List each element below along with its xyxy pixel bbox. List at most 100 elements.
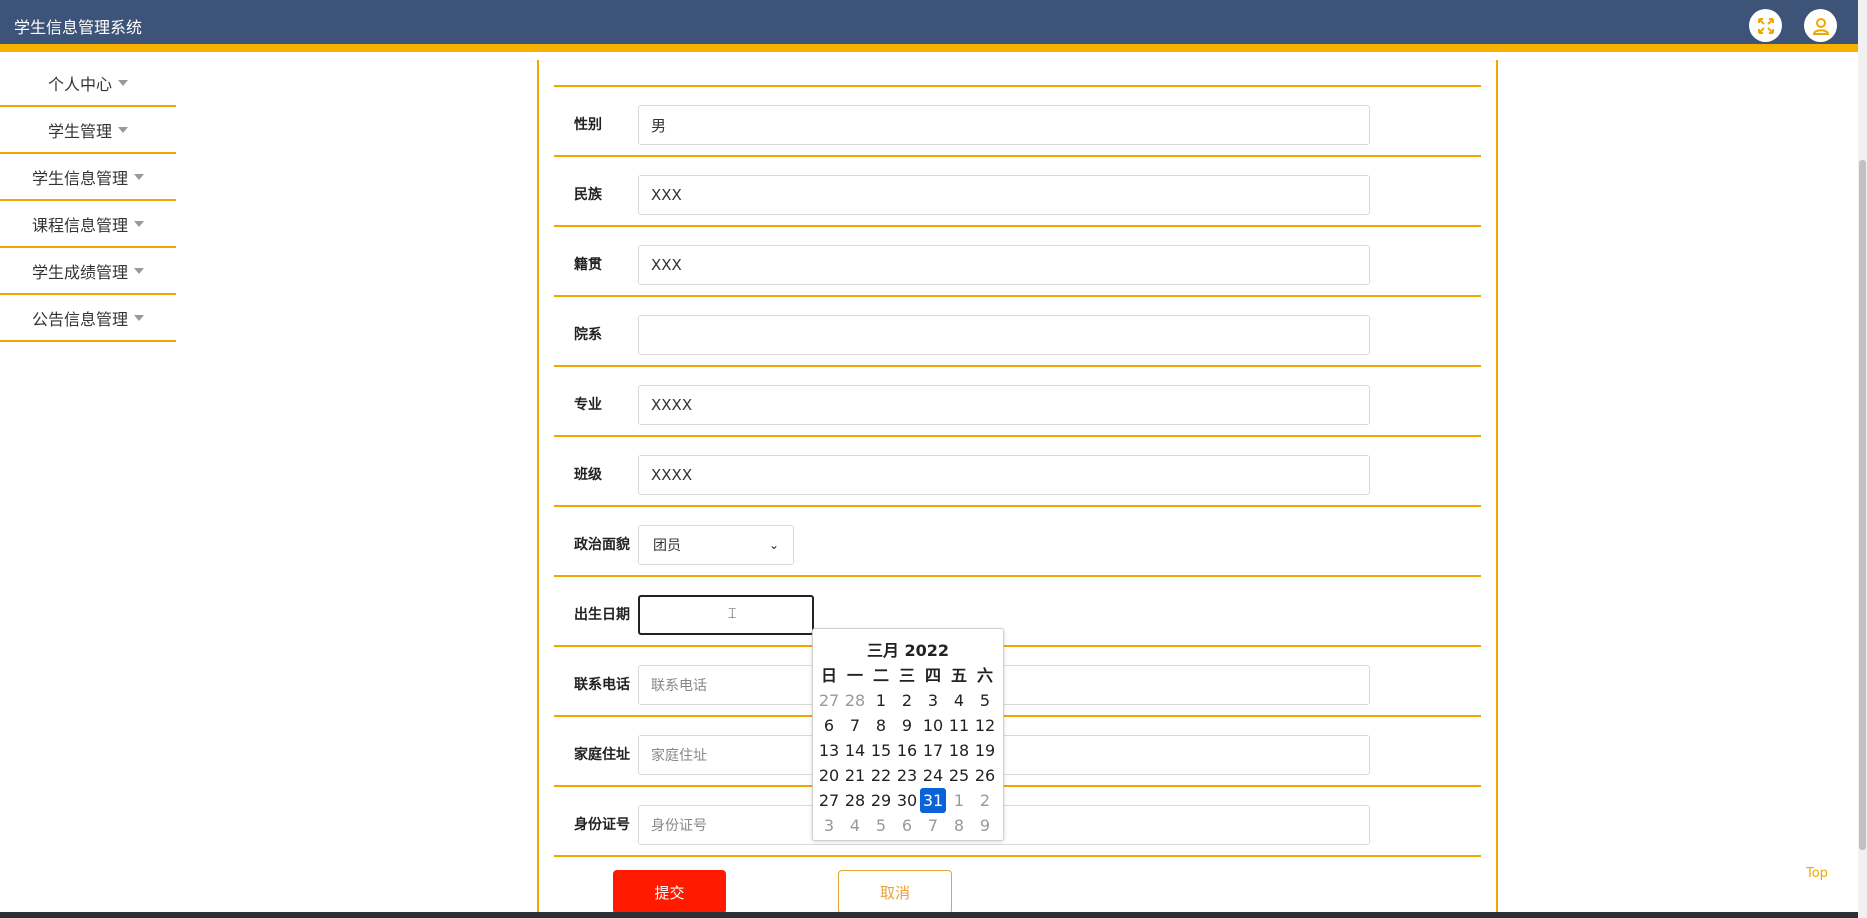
calendar-day[interactable]: 4	[946, 688, 972, 713]
sidebar-item-student-management[interactable]: 学生管理	[0, 107, 176, 154]
calendar-day[interactable]: 16	[894, 738, 920, 763]
calendar-day[interactable]: 24	[920, 763, 946, 788]
caret-down-icon	[134, 314, 144, 321]
calendar-day[interactable]: 21	[842, 763, 868, 788]
ethnicity-label: 民族	[574, 187, 602, 203]
class-input[interactable]: XXXX	[638, 455, 1370, 495]
calendar-day[interactable]: 28	[842, 788, 868, 813]
gender-input[interactable]: 男	[638, 105, 1370, 145]
weekday-header: 二	[872, 666, 889, 685]
fullscreen-icon[interactable]	[1749, 9, 1782, 42]
id-number-label: 身份证号	[574, 817, 630, 833]
form-row-ethnicity: 民族 XXX	[554, 157, 1481, 227]
calendar-day[interactable]: 25	[946, 763, 972, 788]
calendar-day[interactable]: 27	[816, 788, 842, 813]
calendar-day[interactable]: 30	[894, 788, 920, 813]
user-icon[interactable]	[1804, 9, 1837, 42]
calendar-day[interactable]: 1	[868, 688, 894, 713]
ethnicity-input[interactable]: XXX	[638, 175, 1370, 215]
gender-label: 性别	[574, 117, 602, 133]
calendar-day[interactable]: 5	[868, 813, 894, 838]
date-picker-title: 三月 2022	[866, 641, 950, 660]
scrollbar-thumb[interactable]	[1859, 160, 1866, 850]
calendar-day[interactable]: 23	[894, 763, 920, 788]
sidebar-item-label: 个人中心	[47, 74, 112, 94]
calendar-day[interactable]: 29	[868, 788, 894, 813]
form-row-phone: 联系电话 联系电话	[554, 647, 1481, 717]
calendar-day[interactable]: 27	[816, 688, 842, 713]
form-panel: 性别 男 民族 XXX 籍贯 XXX 院系 专业 XXXX 班级 XXXX 政治…	[537, 60, 1498, 918]
back-to-top-link[interactable]: Top	[1806, 866, 1828, 881]
phone-label: 联系电话	[574, 677, 630, 693]
cancel-button[interactable]: 取消	[838, 870, 952, 914]
form-row-class: 班级 XXXX	[554, 437, 1481, 507]
scrollbar[interactable]	[1858, 0, 1867, 918]
native-place-label: 籍贯	[574, 257, 602, 273]
calendar-day[interactable]: 15	[868, 738, 894, 763]
sidebar-item-label: 学生信息管理	[31, 168, 128, 188]
sidebar-item-student-info[interactable]: 学生信息管理	[0, 154, 176, 201]
calendar-day[interactable]: 28	[842, 688, 868, 713]
calendar-day[interactable]: 22	[868, 763, 894, 788]
app-title: 学生信息管理系统	[14, 18, 143, 37]
calendar-day[interactable]: 9	[972, 813, 998, 838]
calendar-day[interactable]: 12	[972, 713, 998, 738]
political-status-select[interactable]: 团员 ⌄	[638, 525, 794, 565]
calendar-day[interactable]: 18	[946, 738, 972, 763]
department-input[interactable]	[638, 315, 1370, 355]
sidebar-item-label: 公告信息管理	[31, 309, 128, 329]
major-input[interactable]: XXXX	[638, 385, 1370, 425]
calendar-day[interactable]: 14	[842, 738, 868, 763]
calendar-day[interactable]: 5	[972, 688, 998, 713]
calendar-day[interactable]: 11	[946, 713, 972, 738]
calendar-day[interactable]: 10	[920, 713, 946, 738]
id-number-input[interactable]: 身份证号	[638, 805, 1370, 845]
calendar-day[interactable]: 20	[816, 763, 842, 788]
calendar-day[interactable]: 19	[972, 738, 998, 763]
calendar-day[interactable]: 7	[842, 713, 868, 738]
address-input[interactable]: 家庭住址	[638, 735, 1370, 775]
calendar-day[interactable]: 8	[946, 813, 972, 838]
calendar-day[interactable]: 4	[842, 813, 868, 838]
calendar-day[interactable]: 8	[868, 713, 894, 738]
form-row-major: 专业 XXXX	[554, 367, 1481, 437]
sidebar-item-grade-management[interactable]: 学生成绩管理	[0, 248, 176, 295]
calendar-day[interactable]: 1	[946, 788, 972, 813]
calendar-day[interactable]: 26	[972, 763, 998, 788]
political-status-value: 团员	[653, 538, 681, 554]
calendar-day[interactable]: 7	[920, 813, 946, 838]
calendar-day[interactable]: 13	[816, 738, 842, 763]
form-row-address: 家庭住址 家庭住址	[554, 717, 1481, 787]
phone-input[interactable]: 联系电话	[638, 665, 1370, 705]
sidebar-item-label: 学生管理	[47, 121, 112, 141]
calendar-day[interactable]: 2	[972, 788, 998, 813]
calendar-day[interactable]: 3	[920, 688, 946, 713]
weekday-header: 六	[976, 666, 993, 685]
calendar-day[interactable]: 6	[894, 813, 920, 838]
caret-down-icon	[134, 267, 144, 274]
sidebar-item-notice-management[interactable]: 公告信息管理	[0, 295, 176, 342]
calendar-day[interactable]: 9	[894, 713, 920, 738]
form-row-political-status: 政治面貌 团员 ⌄	[554, 507, 1481, 577]
caret-down-icon	[134, 220, 144, 227]
top-bar: 学生信息管理系统	[0, 0, 1858, 52]
caret-down-icon	[134, 173, 144, 180]
native-place-input[interactable]: XXX	[638, 245, 1370, 285]
calendar-day[interactable]: 6	[816, 713, 842, 738]
form-row-department: 院系	[554, 297, 1481, 367]
weekday-header: 三	[898, 666, 915, 685]
sidebar-item-course-info[interactable]: 课程信息管理	[0, 201, 176, 248]
calendar-day[interactable]: 17	[920, 738, 946, 763]
calendar-day-selected[interactable]: 31	[920, 788, 946, 813]
calendar-day[interactable]: 2	[894, 688, 920, 713]
calendar-day[interactable]: 3	[816, 813, 842, 838]
submit-button[interactable]: 提交	[613, 870, 726, 914]
date-picker-grid: 日一二三四五六 27 28 1 2 3 4 5 6 7 8 9 10 11 12 13 14 15 16 17 18 19…	[816, 663, 998, 838]
birth-date-input[interactable]	[638, 595, 814, 635]
weekday-header: 五	[950, 666, 967, 685]
department-label: 院系	[574, 327, 602, 343]
address-label: 家庭住址	[574, 747, 630, 763]
sidebar-item-personal-center[interactable]: 个人中心	[0, 60, 176, 107]
weekday-header: 一	[846, 666, 863, 685]
caret-down-icon	[118, 79, 128, 86]
